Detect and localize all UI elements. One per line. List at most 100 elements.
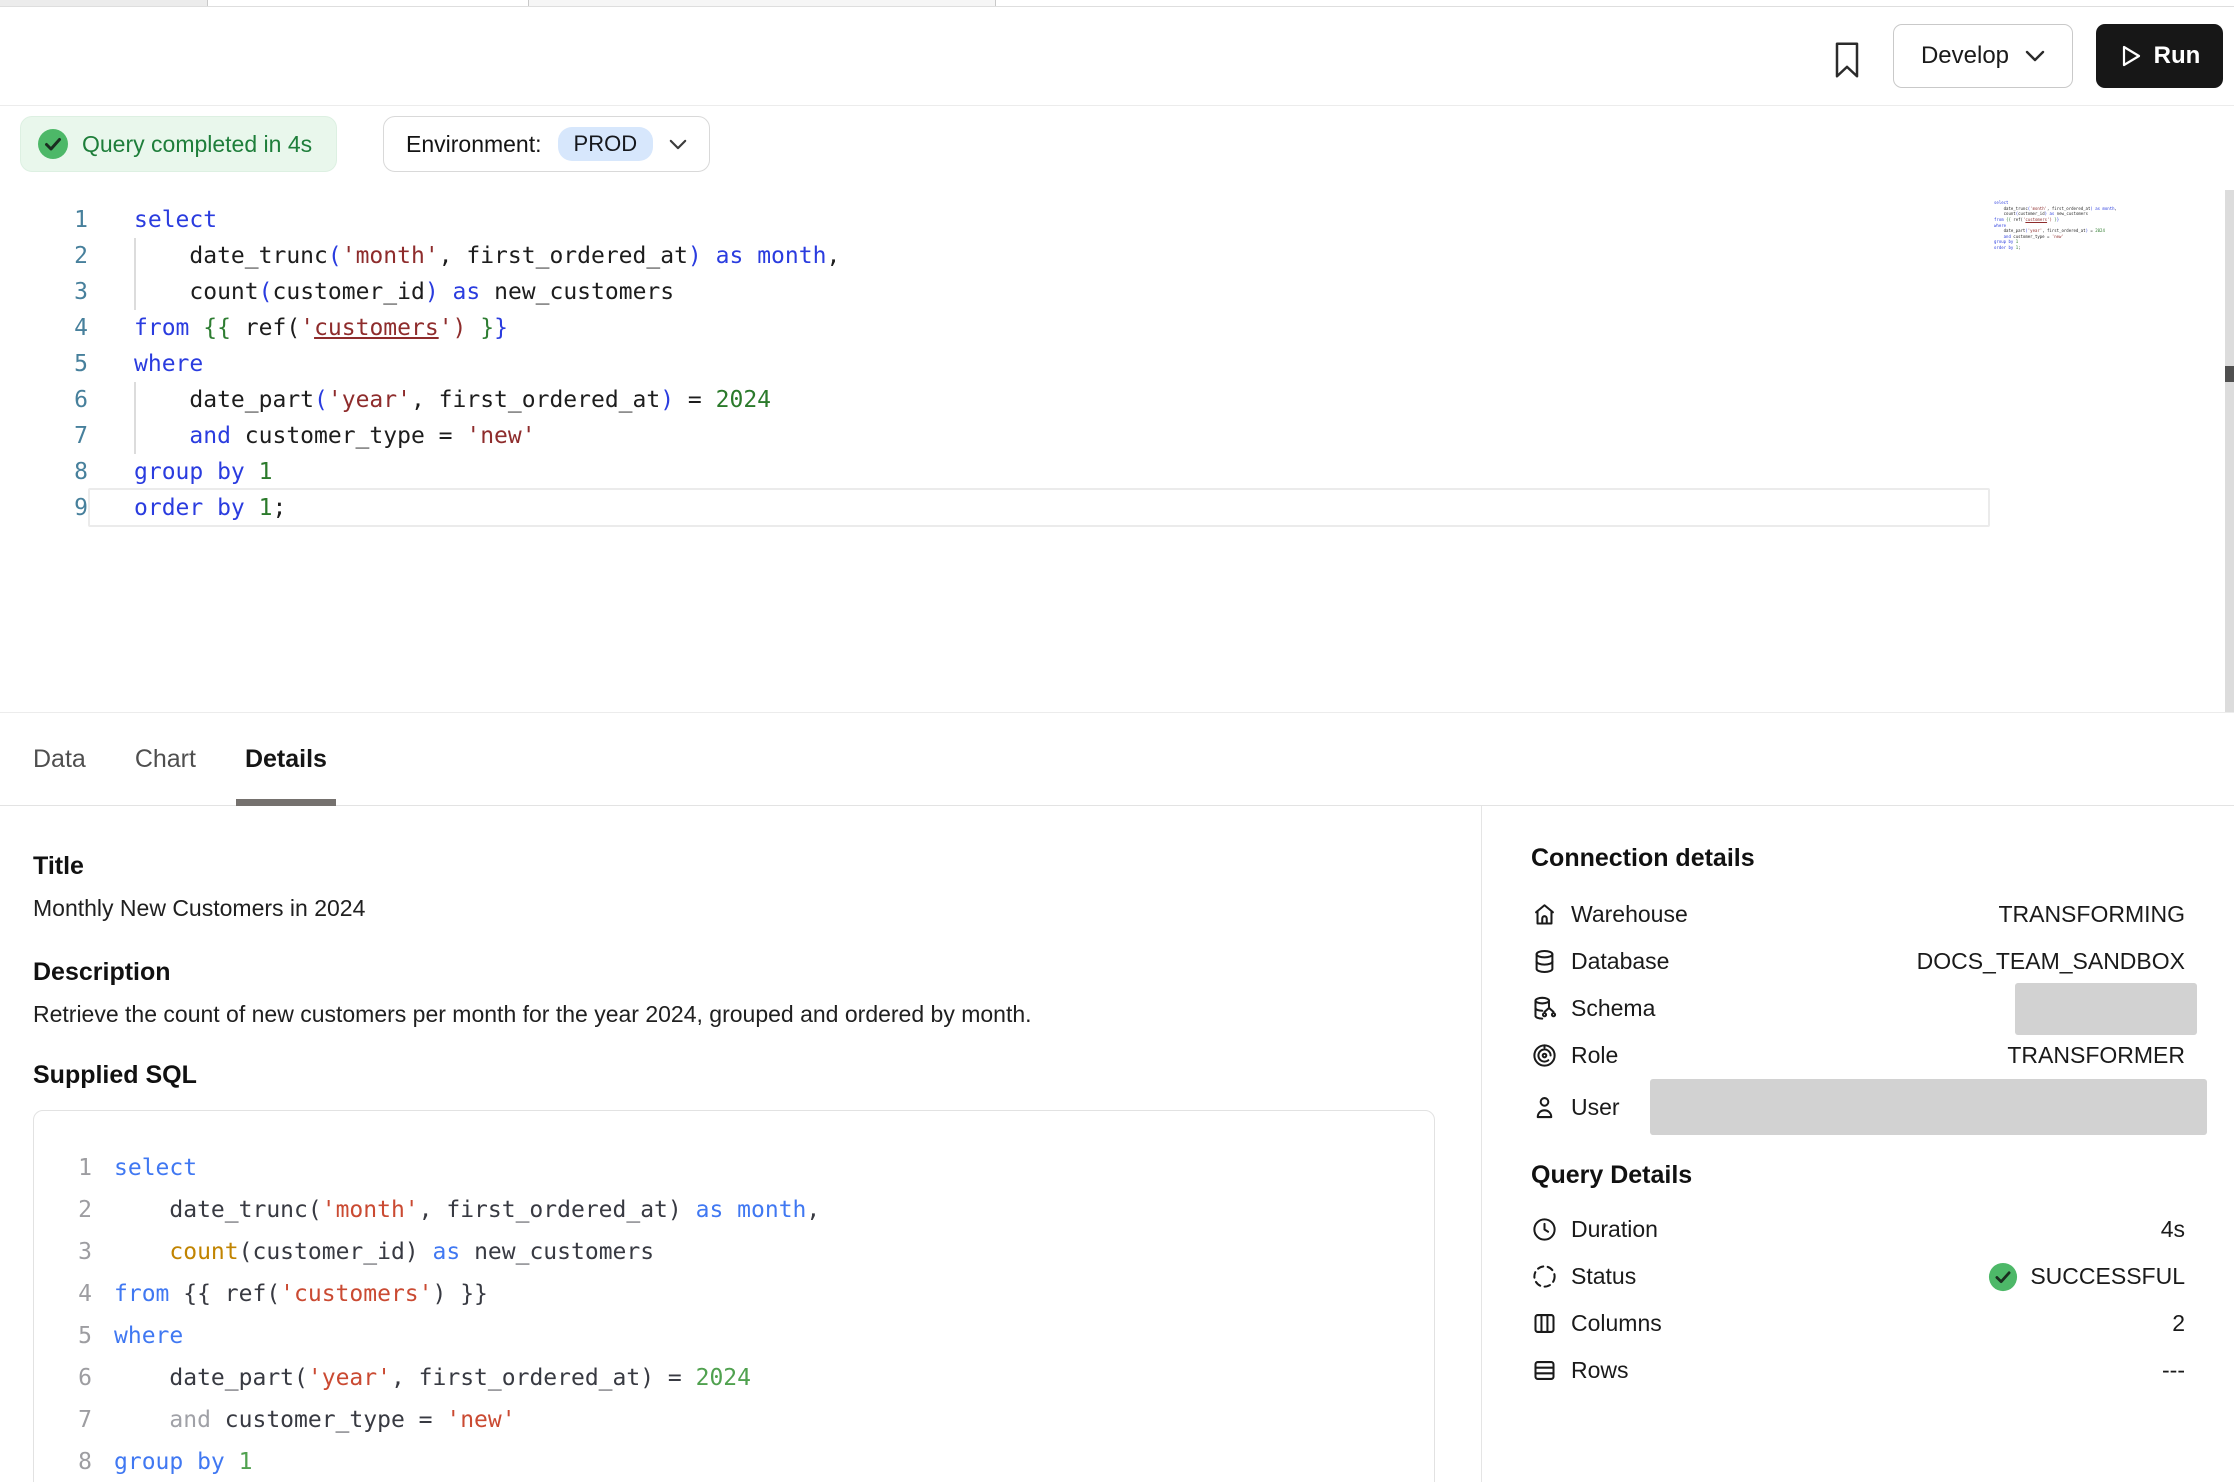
details-left-pane: Title Monthly New Customers in 2024 Desc… bbox=[0, 806, 1481, 1482]
query-editor-page: Develop Run Query completed in 4s Enviro… bbox=[0, 0, 2234, 1482]
tabstrip-divider bbox=[528, 0, 529, 6]
tab-data[interactable]: Data bbox=[33, 713, 86, 805]
rows-value: --- bbox=[2162, 1357, 2185, 1384]
query-status-badge: Query completed in 4s bbox=[20, 116, 337, 172]
connection-label: User bbox=[1571, 1094, 1620, 1121]
environment-label: Environment: bbox=[406, 131, 542, 158]
query-status-text: Query completed in 4s bbox=[82, 131, 312, 158]
code-line: 3 count(customer_id) as new_customers bbox=[62, 1231, 1434, 1273]
code-line: 2 date_trunc('month', first_ordered_at) … bbox=[62, 1189, 1434, 1231]
columns-icon bbox=[1531, 1310, 1558, 1337]
code-line: 5where bbox=[0, 346, 2234, 382]
success-check-icon bbox=[1988, 1262, 2018, 1292]
connection-row-database: Database DOCS_TEAM_SANDBOX bbox=[1531, 938, 2185, 985]
warehouse-value: TRANSFORMING bbox=[1998, 901, 2185, 928]
connection-label: Database bbox=[1571, 948, 1669, 975]
query-details-heading: Query Details bbox=[1531, 1161, 2185, 1190]
title-heading: Title bbox=[33, 852, 1481, 881]
tabstrip-divider bbox=[207, 0, 208, 6]
code-line: 8group by 1 bbox=[0, 454, 2234, 490]
connection-row-user: User bbox=[1531, 1079, 2185, 1135]
query-row-columns: Columns 2 bbox=[1531, 1300, 2185, 1347]
code-line: 9order by 1; bbox=[1994, 245, 2116, 251]
tab-chart[interactable]: Chart bbox=[135, 713, 196, 805]
schema-icon bbox=[1531, 995, 1558, 1022]
code-line: 1select bbox=[0, 202, 2234, 238]
query-detail-label: Columns bbox=[1571, 1310, 1662, 1337]
details-panel: Title Monthly New Customers in 2024 Desc… bbox=[0, 806, 2234, 1482]
tabstrip-divider bbox=[995, 0, 996, 6]
connection-label: Role bbox=[1571, 1042, 1618, 1069]
title-value: Monthly New Customers in 2024 bbox=[33, 895, 1481, 922]
run-button[interactable]: Run bbox=[2096, 24, 2223, 88]
header-bar: Develop Run bbox=[0, 7, 2234, 106]
tabstrip-segment bbox=[0, 0, 207, 6]
duration-clock-icon bbox=[1531, 1216, 1558, 1243]
query-detail-label: Duration bbox=[1571, 1216, 1658, 1243]
results-tabs: Data Chart Details bbox=[0, 712, 2234, 806]
query-detail-label: Status bbox=[1571, 1263, 1636, 1290]
connection-details-heading: Connection details bbox=[1531, 844, 2185, 873]
user-icon bbox=[1531, 1094, 1558, 1121]
supplied-sql-heading: Supplied SQL bbox=[33, 1061, 1481, 1090]
status-icon bbox=[1531, 1263, 1558, 1290]
code-line: 5where bbox=[62, 1315, 1434, 1357]
description-heading: Description bbox=[33, 958, 1481, 987]
sql-editor[interactable]: 1select2 date_trunc('month', first_order… bbox=[0, 190, 2234, 712]
develop-dropdown-button[interactable]: Develop bbox=[1893, 24, 2073, 88]
code-line: 4from {{ ref('customers') }} bbox=[0, 310, 2234, 346]
chevron-down-icon bbox=[2025, 50, 2045, 62]
warehouse-icon bbox=[1531, 901, 1558, 928]
develop-label: Develop bbox=[1921, 42, 2009, 70]
duration-value: 4s bbox=[2161, 1216, 2185, 1243]
code-line: 6 date_part('year', first_ordered_at) = … bbox=[1994, 228, 2116, 234]
details-right-pane: Connection details Warehouse TRANSFORMIN… bbox=[1481, 806, 2234, 1482]
schema-value-redacted bbox=[2015, 983, 2197, 1035]
connection-row-schema: Schema bbox=[1531, 985, 2185, 1032]
connection-row-role: Role TRANSFORMER bbox=[1531, 1032, 2185, 1079]
supplied-sql-code: 1select2 date_trunc('month', first_order… bbox=[33, 1110, 1435, 1482]
indent-guide bbox=[134, 382, 136, 454]
role-value: TRANSFORMER bbox=[2007, 1042, 2185, 1069]
chevron-down-icon bbox=[669, 139, 687, 150]
database-icon bbox=[1531, 948, 1558, 975]
connection-row-warehouse: Warehouse TRANSFORMING bbox=[1531, 891, 2185, 938]
query-row-status: Status SUCCESSFUL bbox=[1531, 1253, 2185, 1300]
run-label: Run bbox=[2154, 42, 2201, 70]
code-line: 2 date_trunc('month', first_ordered_at) … bbox=[1994, 206, 2116, 212]
code-line: 8group by 1 bbox=[62, 1441, 1434, 1482]
play-icon bbox=[2119, 43, 2143, 69]
code-line: 3 count(customer_id) as new_customers bbox=[0, 274, 2234, 310]
query-row-rows: Rows --- bbox=[1531, 1347, 2185, 1394]
database-value: DOCS_TEAM_SANDBOX bbox=[1917, 948, 2185, 975]
connection-label: Warehouse bbox=[1571, 901, 1688, 928]
editor-scrollbar[interactable] bbox=[2225, 190, 2234, 712]
code-line: 4from {{ ref('customers') }} bbox=[62, 1273, 1434, 1315]
tab-details[interactable]: Details bbox=[245, 713, 327, 805]
code-line: 1select bbox=[62, 1147, 1434, 1189]
status-value: SUCCESSFUL bbox=[2030, 1263, 2185, 1290]
description-value: Retrieve the count of new customers per … bbox=[33, 1001, 1481, 1028]
editor-scrollbar-thumb[interactable] bbox=[2225, 366, 2234, 382]
indent-guide bbox=[134, 238, 136, 310]
code-line: 6 date_part('year', first_ordered_at) = … bbox=[62, 1357, 1434, 1399]
role-icon bbox=[1531, 1042, 1558, 1069]
code-line: 2 date_trunc('month', first_ordered_at) … bbox=[0, 238, 2234, 274]
code-line: 7 and customer_type = 'new' bbox=[62, 1399, 1434, 1441]
connection-label: Schema bbox=[1571, 995, 1655, 1022]
editor-minimap[interactable]: 1select2 date_trunc('month', first_order… bbox=[1994, 200, 2116, 250]
query-detail-label: Rows bbox=[1571, 1357, 1629, 1384]
check-circle-icon bbox=[37, 128, 69, 160]
code-line: 6 date_part('year', first_ordered_at) = … bbox=[0, 382, 2234, 418]
code-line: 7 and customer_type = 'new' bbox=[0, 418, 2234, 454]
user-value-redacted bbox=[1650, 1079, 2207, 1135]
columns-value: 2 bbox=[2172, 1310, 2185, 1337]
query-row-duration: Duration 4s bbox=[1531, 1206, 2185, 1253]
environment-selector[interactable]: Environment: PROD bbox=[383, 116, 710, 172]
bookmark-icon bbox=[1832, 41, 1862, 79]
bookmark-button[interactable] bbox=[1824, 35, 1870, 85]
current-line-highlight bbox=[88, 488, 1990, 527]
browser-tabstrip bbox=[0, 0, 2234, 7]
tabstrip-segment bbox=[528, 0, 995, 6]
rows-icon bbox=[1531, 1357, 1558, 1384]
